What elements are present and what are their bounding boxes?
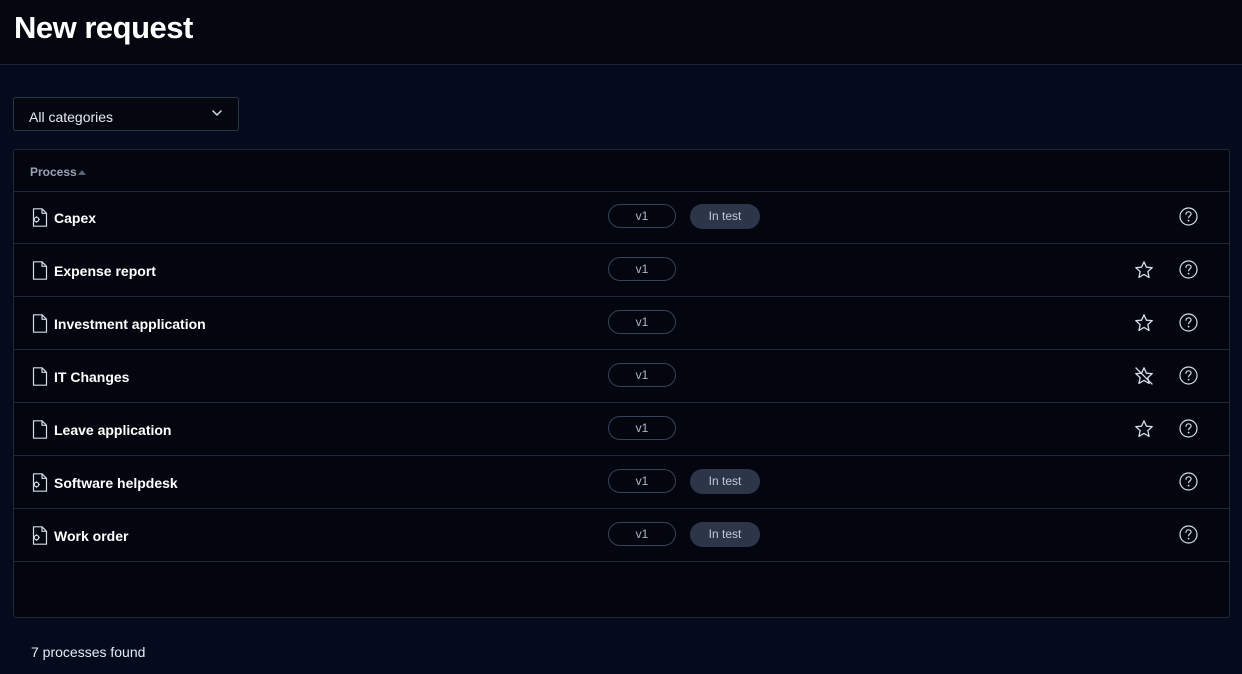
file-icon — [32, 314, 48, 333]
help-icon[interactable] — [1179, 260, 1198, 279]
process-name[interactable]: Investment application — [54, 316, 206, 332]
sort-ascending-icon[interactable] — [78, 169, 86, 175]
version-badge: v1 — [608, 416, 676, 440]
process-table: Process Capex v1 In test Expense report v1 In… — [13, 149, 1230, 618]
process-name[interactable]: Capex — [54, 210, 96, 226]
help-icon[interactable] — [1179, 472, 1198, 491]
star-icon[interactable] — [1134, 313, 1154, 333]
status-badge: In test — [690, 469, 760, 494]
table-row[interactable]: Capex v1 In test — [14, 191, 1229, 244]
table-row[interactable]: Work order v1 In test — [14, 509, 1229, 562]
star-icon[interactable] — [1134, 260, 1154, 280]
file-icon — [32, 261, 48, 280]
table-row[interactable]: Software helpdesk v1 In test — [14, 456, 1229, 509]
help-icon[interactable] — [1179, 313, 1198, 332]
process-name[interactable]: Software helpdesk — [54, 475, 178, 491]
table-row[interactable]: Expense report v1 — [14, 244, 1229, 297]
version-badge: v1 — [608, 204, 676, 228]
chevron-down-icon — [212, 110, 222, 116]
version-badge: v1 — [608, 522, 676, 546]
result-count: 7 processes found — [31, 644, 146, 660]
version-badge: v1 — [608, 257, 676, 281]
help-icon[interactable] — [1179, 525, 1198, 544]
table-row[interactable]: Investment application v1 — [14, 297, 1229, 350]
category-select[interactable]: All categories — [13, 97, 239, 131]
file-gear-icon — [32, 473, 48, 492]
version-badge: v1 — [608, 469, 676, 493]
version-badge: v1 — [608, 363, 676, 387]
help-icon[interactable] — [1179, 419, 1198, 438]
column-header-process[interactable]: Process — [30, 165, 77, 179]
table-header: Process — [14, 150, 1229, 192]
table-row[interactable]: Leave application v1 — [14, 403, 1229, 456]
page-title: New request — [14, 10, 193, 45]
status-badge: In test — [690, 204, 760, 229]
table-row[interactable]: IT Changes v1 — [14, 350, 1229, 403]
page-header: New request — [0, 0, 1242, 65]
help-icon[interactable] — [1179, 207, 1198, 226]
file-gear-icon — [32, 526, 48, 545]
help-icon[interactable] — [1179, 366, 1198, 385]
file-gear-icon — [32, 208, 48, 227]
category-select-value: All categories — [29, 109, 114, 125]
process-name[interactable]: IT Changes — [54, 369, 129, 385]
process-name[interactable]: Leave application — [54, 422, 171, 438]
status-badge: In test — [690, 522, 760, 547]
star-off-icon[interactable] — [1134, 366, 1154, 386]
file-icon — [32, 367, 48, 386]
file-icon — [32, 420, 48, 439]
star-icon[interactable] — [1134, 419, 1154, 439]
process-name[interactable]: Expense report — [54, 263, 156, 279]
process-name[interactable]: Work order — [54, 528, 128, 544]
version-badge: v1 — [608, 310, 676, 334]
